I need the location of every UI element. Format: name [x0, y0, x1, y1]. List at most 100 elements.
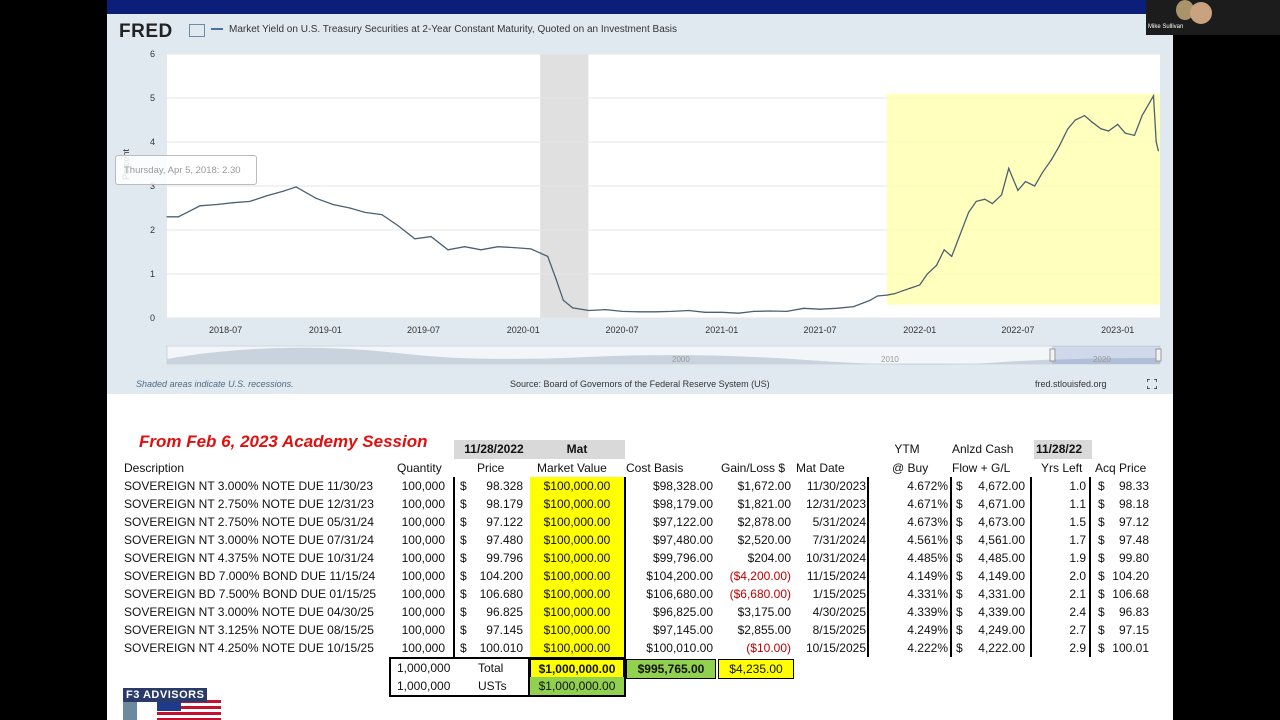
yield-line-chart[interactable]: 01234562018-07 2019-01 2019-07 2020-01 2020-…: [107, 14, 1173, 394]
row-price: 99.796: [486, 551, 523, 565]
row-market-value: $100,000.00: [543, 479, 611, 493]
row-cost-basis: $98,328.00: [652, 479, 713, 493]
data-point: [621, 310, 623, 312]
column-header-mat-date: Mat Date: [796, 461, 845, 475]
data-point: [1133, 134, 1136, 136]
row-cash-flow: 4,671.00: [978, 497, 1025, 511]
row-cost-basis: $99,796.00: [652, 551, 713, 565]
row-description: SOVEREIGN NT 2.750% NOTE DUE 05/31/24: [124, 515, 374, 529]
data-point: [1024, 181, 1027, 183]
row-acq-price: 99.80: [1118, 551, 1149, 565]
data-point: [1067, 128, 1069, 130]
row-cost-basis: $100,010.00: [646, 641, 713, 655]
row-description: SOVEREIGN BD 7.500% BOND DUE 01/15/25: [124, 587, 377, 601]
data-point: [166, 216, 168, 218]
fullscreen-icon[interactable]: [1147, 379, 1157, 389]
row-ytm: 4.331%: [907, 587, 948, 601]
row-acq-currency: $: [1098, 605, 1105, 619]
row-yrs-left: 2.1: [1069, 587, 1086, 601]
row-price-currency: $: [460, 569, 467, 583]
row-price-currency: $: [460, 479, 467, 493]
row-price-currency: $: [460, 515, 467, 529]
data-point: [199, 205, 201, 207]
row-description: SOVEREIGN NT 3.125% NOTE DUE 08/15/25: [124, 623, 374, 637]
totals-bottom-rule: [389, 695, 625, 697]
usts-market-value: $1,000,000.00: [530, 677, 624, 695]
row-quantity: 100,000: [401, 605, 445, 619]
data-point: [853, 306, 855, 308]
y-tick-label: 5: [150, 93, 155, 103]
column-rule: [624, 477, 626, 657]
row-quantity: 100,000: [401, 533, 445, 547]
tooltip-value: 2.30: [222, 165, 241, 176]
data-point: [886, 294, 888, 296]
data-point: [1001, 194, 1003, 196]
data-point: [1141, 115, 1143, 117]
data-point: [836, 307, 838, 309]
x-tick-label: 2019-07: [407, 325, 440, 335]
column-header-cash-flow: Flow + G/L: [952, 461, 1011, 475]
data-point: [803, 307, 805, 309]
column-header-ytm-buy: @ Buy: [892, 461, 929, 475]
row-ytm: 4.149%: [907, 569, 948, 583]
data-point: [605, 309, 607, 311]
row-cost-basis: $98,179.00: [652, 497, 713, 511]
totals-left-rule: [389, 657, 391, 697]
row-ytm: 4.673%: [907, 515, 948, 529]
y-tick-label: 1: [150, 269, 155, 279]
row-yrs-left: 1.7: [1069, 533, 1086, 547]
navigator-label: 2010: [881, 355, 899, 364]
row-market-value: $100,000.00: [543, 569, 611, 583]
data-point: [513, 247, 515, 249]
data-point: [216, 203, 218, 206]
data-point: [991, 203, 994, 205]
row-yrs-left: 1.0: [1069, 479, 1086, 493]
row-price-currency: $: [460, 533, 467, 547]
row-mat-date: 7/31/2024: [812, 533, 866, 547]
hover-tooltip: Thursday, Apr 5, 2018: 2.30: [115, 155, 257, 185]
row-mat-date: 8/15/2025: [812, 623, 866, 637]
row-cash-flow: 4,222.00: [978, 641, 1025, 655]
column-rule: [867, 477, 869, 657]
row-ytm: 4.339%: [907, 605, 948, 619]
row-acq-currency: $: [1098, 641, 1105, 655]
row-acq-currency: $: [1098, 497, 1105, 511]
row-cash-flow: 4,485.00: [978, 551, 1025, 565]
presentation-slide: FRED Market Yield on U.S. Treasury Secur…: [107, 0, 1173, 720]
row-price-currency: $: [460, 551, 467, 565]
data-point: [588, 309, 590, 312]
f3-advisors-logo: F3 ADVISORS: [123, 688, 208, 702]
row-market-value: $100,000.00: [543, 551, 611, 565]
data-point: [902, 290, 904, 292]
y-tick-label: 6: [150, 49, 155, 59]
data-point: [1155, 141, 1157, 143]
row-ytm: 4.249%: [907, 623, 948, 637]
row-cf-currency: $: [956, 623, 963, 637]
data-point: [1149, 101, 1151, 103]
row-cf-currency: $: [956, 479, 963, 493]
column-rule: [453, 477, 455, 657]
row-description: SOVEREIGN NT 3.000% NOTE DUE 07/31/24: [124, 533, 374, 547]
x-tick-label: 2021-01: [705, 325, 738, 335]
data-point: [869, 299, 871, 301]
data-point: [770, 310, 772, 312]
x-tick-label: 2018-07: [209, 325, 242, 335]
column-header-quantity: Quantity: [397, 461, 442, 475]
data-point: [1017, 189, 1019, 191]
row-price: 97.480: [486, 533, 523, 547]
usts-label: USTs: [478, 679, 507, 693]
data-point: [282, 190, 284, 192]
total-market-value: $1,000,000.00: [530, 659, 624, 679]
data-point: [1100, 128, 1102, 130]
row-quantity: 100,000: [401, 551, 445, 565]
row-yrs-left: 2.4: [1069, 605, 1086, 619]
row-mat-date: 12/31/2023: [805, 497, 866, 511]
row-quantity: 100,000: [401, 587, 445, 601]
row-description: SOVEREIGN NT 2.750% NOTE DUE 12/31/23: [124, 497, 374, 511]
row-price: 106.680: [479, 587, 523, 601]
fred-site-link[interactable]: fred.stlouisfed.org: [1035, 379, 1107, 389]
column-rule: [950, 477, 952, 657]
y-tick-label: 2: [150, 225, 155, 235]
row-price-currency: $: [460, 605, 467, 619]
row-market-value: $100,000.00: [543, 497, 611, 511]
